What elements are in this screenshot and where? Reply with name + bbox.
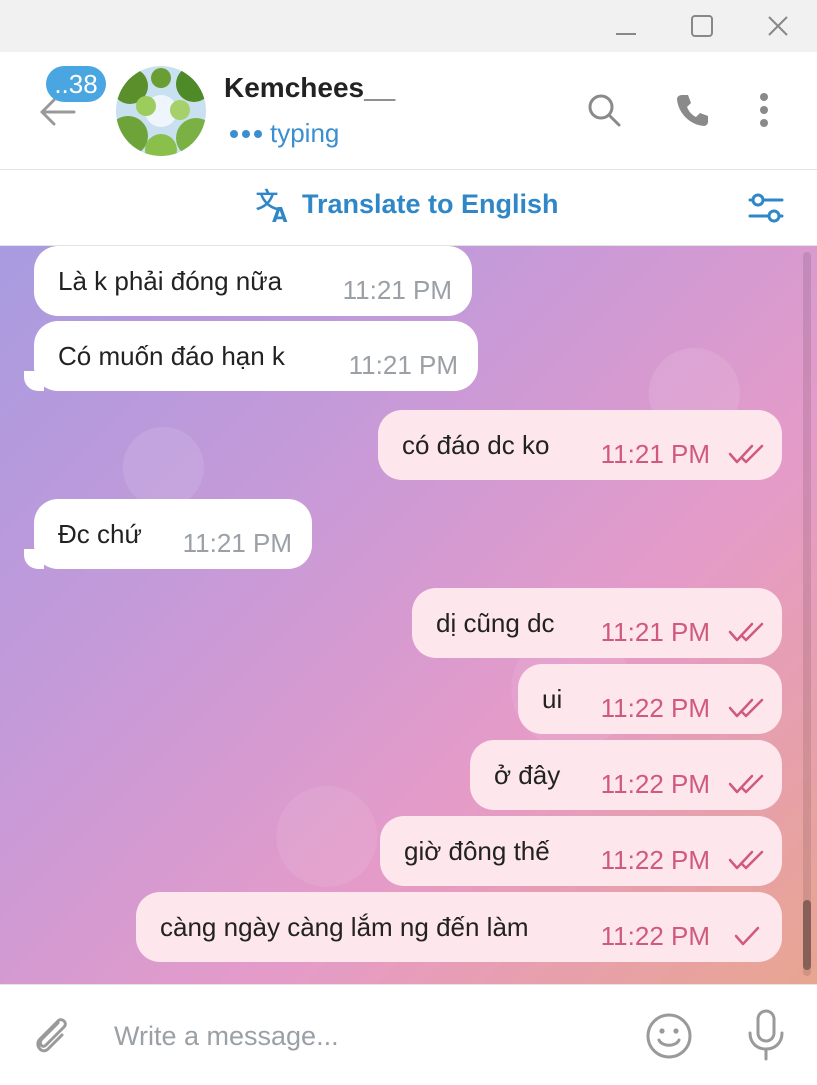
emoji-button[interactable] xyxy=(644,1011,694,1061)
message-text: ui xyxy=(542,683,563,714)
double-check-icon xyxy=(728,698,764,718)
message-input[interactable] xyxy=(112,1013,596,1059)
double-check-icon xyxy=(728,622,764,642)
typing-indicator-icon xyxy=(230,129,262,138)
message-text: Đc chứ xyxy=(58,518,142,549)
message-time: 11:21 PM xyxy=(348,350,458,380)
message-composer xyxy=(0,984,817,1085)
message-bubble-outgoing[interactable]: có đáo dc ko 11:21 PM xyxy=(378,410,782,480)
message-time: 11:21 PM xyxy=(600,617,710,647)
message-text: dị cũng dc xyxy=(436,607,555,638)
message-time: 11:21 PM xyxy=(342,275,452,305)
translate-button[interactable]: 文 A Translate to English xyxy=(254,184,559,224)
message-time: 11:21 PM xyxy=(182,528,292,558)
maximize-icon[interactable] xyxy=(686,10,718,42)
voice-record-button[interactable] xyxy=(742,1007,790,1063)
window-titlebar xyxy=(0,0,817,52)
call-button[interactable] xyxy=(670,88,714,132)
chat-header: ..38 Kemchees__ typing xyxy=(0,52,817,170)
chat-scrollbar[interactable] xyxy=(803,252,811,976)
search-icon xyxy=(588,94,621,127)
double-check-icon xyxy=(728,774,764,794)
message-bubble-outgoing[interactable]: ở đây 11:22 PM xyxy=(470,740,782,810)
bubble-tail xyxy=(24,549,44,569)
message-text: giờ đông thế xyxy=(404,835,550,866)
avatar[interactable] xyxy=(116,66,206,156)
translate-settings-button[interactable] xyxy=(744,186,788,230)
contact-name[interactable]: Kemchees__ xyxy=(224,72,395,104)
message-time: 11:22 PM xyxy=(600,693,710,723)
unread-badge[interactable]: ..38 xyxy=(46,66,106,102)
message-text: càng ngày càng lắm ng đến làm xyxy=(160,911,529,942)
message-bubble-incoming[interactable]: Đc chứ 11:21 PM xyxy=(24,499,312,569)
message-bubble-outgoing[interactable]: ui 11:22 PM xyxy=(518,664,782,734)
bubble-tail xyxy=(24,371,44,391)
message-text: Có muốn đáo hạn k xyxy=(58,340,285,371)
message-bubble-incoming[interactable]: Có muốn đáo hạn k 11:21 PM xyxy=(24,321,478,391)
svg-text:A: A xyxy=(272,203,288,224)
emoji-icon xyxy=(646,1013,692,1059)
search-button[interactable] xyxy=(582,88,626,132)
attach-button[interactable] xyxy=(28,1011,76,1059)
status-row: typing xyxy=(230,118,339,149)
chat-area[interactable]: Là k phải đóng nữa 11:21 PM Có muốn đáo … xyxy=(0,246,817,984)
message-time: 11:21 PM xyxy=(600,439,710,469)
message-bubble-outgoing[interactable]: giờ đông thế 11:22 PM xyxy=(380,816,782,886)
phone-icon xyxy=(677,95,708,126)
message-time: 11:22 PM xyxy=(600,921,710,951)
message-time: 11:22 PM xyxy=(600,845,710,875)
message-bubble-outgoing[interactable]: càng ngày càng lắm ng đến làm 11:22 PM xyxy=(136,892,782,962)
more-vertical-icon xyxy=(760,93,768,127)
message-text: ở đây xyxy=(494,759,561,790)
close-icon[interactable] xyxy=(762,10,794,42)
translate-icon: 文 A xyxy=(256,188,288,224)
minimize-icon[interactable] xyxy=(610,10,642,42)
translate-label: Translate to English xyxy=(302,188,559,219)
settings-sliders-icon xyxy=(748,193,784,223)
scrollbar-thumb[interactable] xyxy=(803,900,811,970)
double-check-icon xyxy=(728,444,764,464)
double-check-icon xyxy=(728,850,764,870)
status-text: typing xyxy=(270,118,340,148)
paperclip-icon xyxy=(36,1018,67,1053)
translate-bar: 文 A Translate to English xyxy=(0,170,817,246)
message-text: có đáo dc ko xyxy=(402,429,550,460)
single-check-icon xyxy=(734,926,760,946)
more-options-button[interactable] xyxy=(742,88,786,132)
microphone-icon xyxy=(748,1009,784,1061)
message-bubble-incoming[interactable]: Là k phải đóng nữa 11:21 PM xyxy=(34,246,472,316)
message-bubble-outgoing[interactable]: dị cũng dc 11:21 PM xyxy=(412,588,782,658)
message-time: 11:22 PM xyxy=(600,769,710,799)
message-text: Là k phải đóng nữa xyxy=(58,265,283,296)
